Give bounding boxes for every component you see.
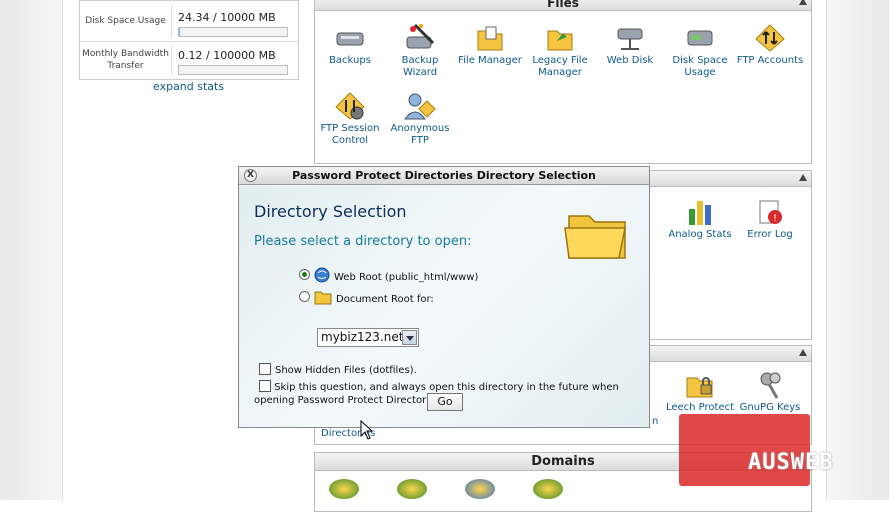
- backups-item[interactable]: Backups: [315, 23, 385, 67]
- file-manager-icon: [477, 26, 503, 51]
- disk-space-usage-label: Disk Space Usage: [672, 55, 728, 78]
- disk-usage-fill: [179, 28, 181, 36]
- document-root-radio[interactable]: [299, 291, 310, 302]
- disk-usage-row: Disk Space Usage 24.34 / 10000 MB: [80, 1, 298, 41]
- analog-stats-label: Analog Stats: [668, 229, 732, 240]
- web-root-radio[interactable]: [299, 269, 310, 280]
- ftp-accounts-item[interactable]: FTP Accounts: [735, 23, 805, 67]
- legacy-file-manager-icon: [547, 30, 573, 51]
- show-hidden-option[interactable]: Show Hidden Files (dotfiles).: [259, 362, 417, 376]
- stats-box: Disk Space Usage 24.34 / 10000 MB Monthl…: [79, 0, 299, 80]
- web-root-label: Web Root (public_html/www): [334, 272, 479, 283]
- disk-usage-value: 24.34 / 10000 MB: [178, 11, 276, 24]
- backup-wizard-icon: [406, 23, 435, 49]
- dialog-subheading: Please select a directory to open:: [254, 234, 472, 249]
- skip-question-checkbox[interactable]: [259, 380, 271, 392]
- bandwidth-bar: [178, 65, 288, 75]
- show-hidden-label: Show Hidden Files (dotfiles).: [275, 365, 417, 376]
- ftp-session-control-label: FTP Session Control: [320, 123, 380, 146]
- chevron-down-icon[interactable]: [402, 330, 417, 345]
- dialog-body: Directory Selection Please select a dire…: [239, 186, 649, 427]
- leech-protect-item[interactable]: Leech Protect: [665, 370, 735, 414]
- anonymous-ftp-label: Anonymous FTP: [390, 123, 450, 146]
- web-disk-label: Web Disk: [606, 55, 654, 66]
- collapse-arrow-icon[interactable]: [799, 0, 807, 5]
- www-icon[interactable]: [533, 479, 563, 499]
- web-disk-icon: [617, 28, 643, 50]
- right-background: [827, 0, 889, 500]
- domains-icons-row: [329, 479, 563, 499]
- analog-stats-icon: [689, 201, 711, 225]
- disk-usage-label: Disk Space Usage: [80, 5, 172, 37]
- disk-space-usage-icon: [687, 30, 713, 46]
- file-manager-item[interactable]: File Manager: [455, 23, 525, 67]
- disk-space-usage-item[interactable]: Disk Space Usage: [665, 23, 735, 79]
- bandwidth-label: Monthly Bandwidth Transfer: [80, 46, 172, 75]
- ftp-session-control-item[interactable]: FTP Session Control: [315, 91, 385, 147]
- ftp-accounts-label: FTP Accounts: [736, 55, 804, 66]
- leech-protect-label: Leech Protect: [665, 402, 735, 413]
- dialog-heading: Directory Selection: [254, 202, 407, 221]
- folder-icon: [564, 215, 626, 259]
- www-icon[interactable]: [329, 479, 359, 499]
- error-log-icon: !: [759, 200, 782, 224]
- legacy-file-manager-label: Legacy File Manager: [532, 55, 588, 78]
- disk-usage-bar: [178, 27, 288, 37]
- web-root-option[interactable]: Web Root (public_html/www): [299, 266, 478, 283]
- bandwidth-row: Monthly Bandwidth Transfer 0.12 / 100000…: [80, 41, 298, 79]
- globe-icon: [314, 267, 330, 282]
- open-folder-icon: [314, 291, 332, 304]
- backup-wizard-label: Backup Wizard: [401, 55, 439, 78]
- backups-label: Backups: [329, 55, 371, 66]
- analog-stats-item[interactable]: Analog Stats: [665, 197, 735, 241]
- document-root-option[interactable]: Document Root for:: [299, 288, 434, 305]
- left-background: [0, 0, 62, 500]
- error-log-item[interactable]: ! Error Log: [735, 197, 805, 241]
- backup-wizard-item[interactable]: Backup Wizard: [385, 23, 455, 79]
- ftp-accounts-icon: [755, 24, 785, 52]
- ftp-session-control-icon: [335, 92, 365, 120]
- www-icon[interactable]: [397, 479, 427, 499]
- file-manager-label: File Manager: [458, 55, 522, 66]
- www-icon[interactable]: [465, 479, 495, 499]
- expand-stats-link[interactable]: expand stats: [153, 80, 224, 93]
- directory-selection-dialog: X Password Protect Directories Directory…: [238, 166, 650, 428]
- leech-protect-icon: [686, 377, 713, 398]
- dialog-title: Password Protect Directories Directory S…: [292, 169, 596, 182]
- files-panel-header[interactable]: Files: [315, 0, 811, 11]
- files-panel-title: Files: [547, 0, 579, 10]
- gnupg-keys-item[interactable]: GnuPG Keys: [735, 370, 805, 414]
- backups-icon: [336, 32, 364, 46]
- files-panel: Files Backups Backup Wizard File Manager…: [314, 0, 812, 164]
- close-icon[interactable]: X: [244, 169, 257, 182]
- dialog-title-bar[interactable]: X Password Protect Directories Directory…: [239, 167, 649, 185]
- show-hidden-checkbox[interactable]: [259, 363, 271, 375]
- anonymous-ftp-item[interactable]: Anonymous FTP: [385, 91, 455, 147]
- mouse-cursor-icon: [360, 420, 374, 440]
- error-log-label: Error Log: [747, 229, 793, 240]
- gnupg-keys-label: GnuPG Keys: [739, 402, 801, 413]
- collapse-arrow-icon[interactable]: [799, 349, 807, 356]
- ausweb-logo: AUSWEB: [748, 450, 834, 475]
- partial-item-label[interactable]: n: [652, 416, 658, 427]
- gnupg-keys-icon: [760, 372, 781, 399]
- legacy-file-manager-item[interactable]: Legacy File Manager: [525, 23, 595, 79]
- svg-text:!: !: [773, 213, 777, 224]
- web-disk-item[interactable]: Web Disk: [595, 23, 665, 67]
- bandwidth-value: 0.12 / 100000 MB: [178, 49, 276, 62]
- document-root-label: Document Root for:: [336, 294, 434, 305]
- collapse-arrow-icon[interactable]: [799, 174, 807, 181]
- domain-select-value: mybiz123.net: [321, 330, 404, 344]
- domain-select[interactable]: mybiz123.net: [317, 328, 419, 347]
- anonymous-ftp-icon: [404, 93, 436, 120]
- domains-panel-title: Domains: [531, 454, 595, 469]
- go-button[interactable]: Go: [427, 393, 463, 411]
